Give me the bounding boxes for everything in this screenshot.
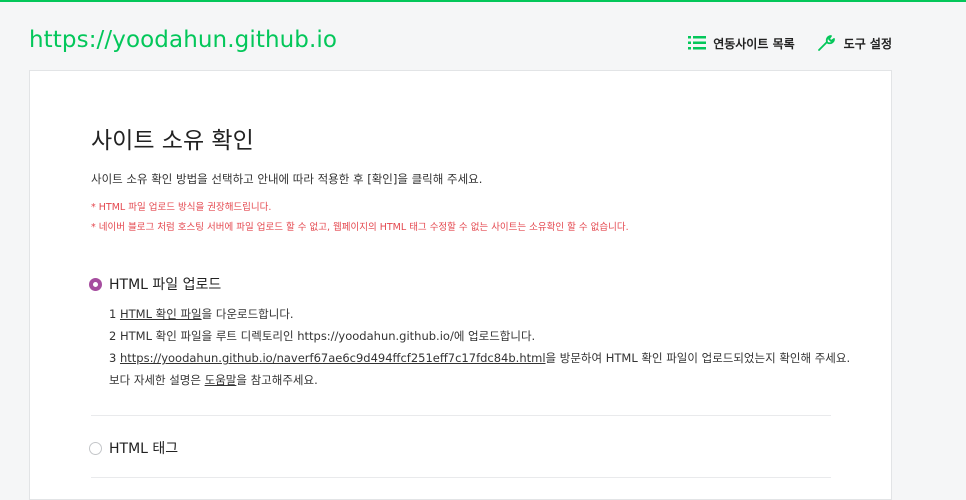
option-html-file-upload[interactable]: HTML 파일 업로드 [89, 274, 221, 294]
option-label: HTML 파일 업로드 [109, 277, 222, 293]
step-item: 2 HTML 확인 파일을 루트 디렉토리인 https://yoodahun.… [109, 329, 536, 343]
help-note: 보다 자세한 설명은 도움말을 참고해주세요. [109, 369, 850, 391]
top-accent-line [0, 0, 966, 2]
verification-file-url-link[interactable]: https://yoodahun.github.io/naverf67ae6c9… [120, 351, 546, 365]
tool-settings-link[interactable]: 도구 설정 [817, 34, 892, 52]
help-link[interactable]: 도움말 [205, 373, 237, 387]
step-number: 1 [109, 307, 117, 321]
ownership-verification-panel: 사이트 소유 확인 사이트 소유 확인 방법을 선택하고 안내에 따라 적용한 … [29, 70, 892, 500]
radio-html-tag[interactable] [89, 441, 102, 455]
step-number: 3 [109, 351, 117, 365]
list-icon [688, 36, 707, 50]
tool-settings-label: 도구 설정 [843, 36, 892, 51]
step-item: 3 https://yoodahun.github.io/naverf67ae6… [109, 347, 850, 369]
step-item: 1 HTML 확인 파일을 다운로드합니다. [109, 303, 850, 325]
radio-html-file-upload[interactable] [89, 277, 102, 291]
step-text: 을 다운로드합니다. [201, 307, 294, 321]
notice-item: HTML 파일 업로드 방식을 권장해드립니다. [91, 198, 629, 218]
linked-sites-label: 연동사이트 목록 [713, 36, 795, 51]
page-title: 사이트 소유 확인 [91, 128, 254, 154]
upload-steps: 1 HTML 확인 파일을 다운로드합니다. 2 HTML 확인 파일을 루트 … [109, 303, 850, 391]
download-html-file-link[interactable]: HTML 확인 파일 [120, 307, 202, 321]
wrench-icon [817, 35, 835, 51]
help-note-rest: 을 참고해주세요. [236, 373, 318, 387]
step-text: 을 방문하여 HTML 확인 파일이 업로드되었는지 확인해 주세요. [545, 351, 851, 365]
option-label: HTML 태그 [109, 441, 179, 457]
notice-item: 네이버 블로그 처럼 호스팅 서버에 파일 업로드 할 수 없고, 웹페이지의 … [91, 218, 629, 238]
notice-list: HTML 파일 업로드 방식을 권장해드립니다. 네이버 블로그 처럼 호스팅 … [91, 198, 629, 238]
help-note-pre: 보다 자세한 설명은 [109, 373, 205, 387]
linked-sites-link[interactable]: 연동사이트 목록 [688, 35, 795, 52]
divider [91, 415, 831, 416]
option-html-tag[interactable]: HTML 태그 [89, 438, 178, 458]
top-navigation: 연동사이트 목록 도구 설정 [666, 34, 892, 52]
divider [91, 477, 831, 478]
site-url-title[interactable]: https://yoodahun.github.io [29, 27, 337, 53]
page-description: 사이트 소유 확인 방법을 선택하고 안내에 따라 적용한 후 [확인]을 클릭… [91, 172, 483, 186]
